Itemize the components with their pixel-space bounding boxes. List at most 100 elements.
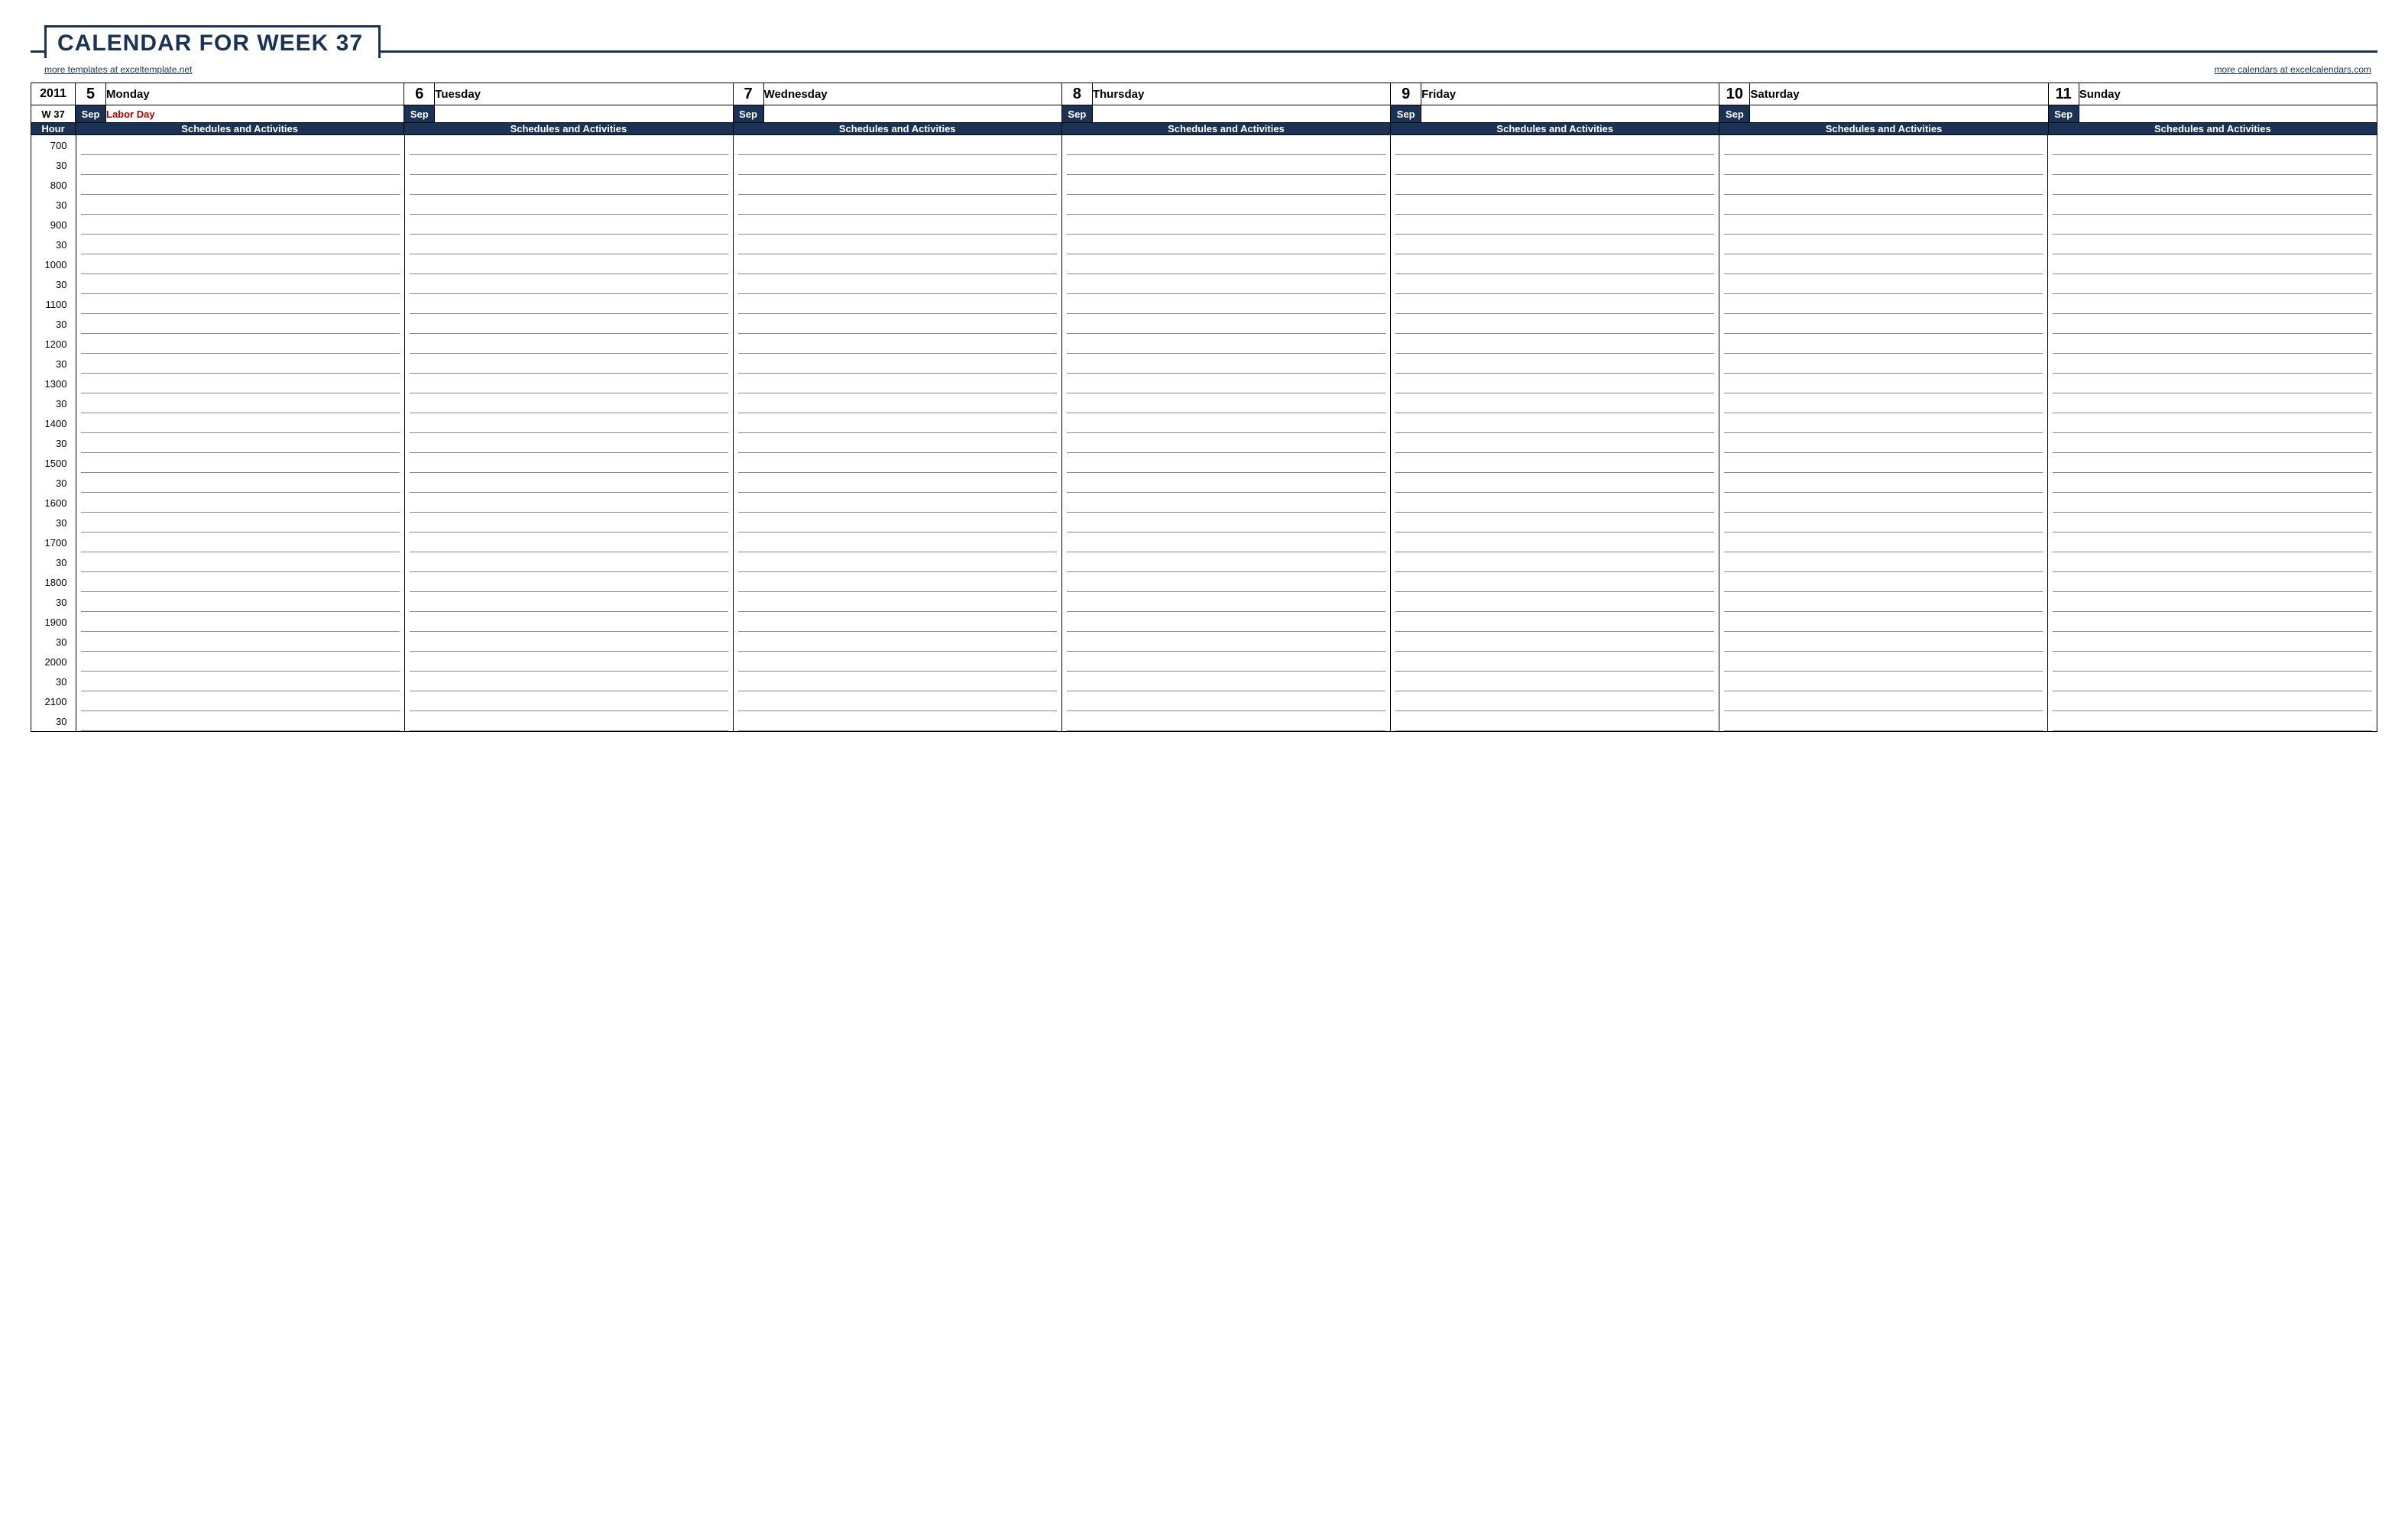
schedule-cell[interactable]: [2048, 393, 2377, 413]
schedule-cell[interactable]: [733, 274, 1061, 294]
schedule-cell[interactable]: [2048, 572, 2377, 592]
schedule-cell[interactable]: [1061, 552, 1390, 572]
schedule-cell[interactable]: [76, 195, 404, 215]
schedule-cell[interactable]: [76, 473, 404, 493]
schedule-cell[interactable]: [2048, 612, 2377, 632]
schedule-cell[interactable]: [1391, 393, 1719, 413]
schedule-cell[interactable]: [1719, 632, 2048, 652]
schedule-cell[interactable]: [733, 453, 1061, 473]
schedule-cell[interactable]: [404, 374, 733, 393]
schedule-cell[interactable]: [1061, 393, 1390, 413]
schedule-cell[interactable]: [1391, 175, 1719, 195]
schedule-cell[interactable]: [1061, 175, 1390, 195]
schedule-cell[interactable]: [733, 334, 1061, 354]
schedule-cell[interactable]: [2048, 453, 2377, 473]
schedule-cell[interactable]: [1391, 274, 1719, 294]
schedule-cell[interactable]: [1391, 513, 1719, 532]
schedule-cell[interactable]: [733, 711, 1061, 731]
schedule-cell[interactable]: [1719, 552, 2048, 572]
schedule-cell[interactable]: [404, 532, 733, 552]
schedule-cell[interactable]: [1719, 612, 2048, 632]
schedule-cell[interactable]: [76, 393, 404, 413]
schedule-cell[interactable]: [404, 473, 733, 493]
schedule-cell[interactable]: [404, 453, 733, 473]
schedule-cell[interactable]: [733, 473, 1061, 493]
schedule-cell[interactable]: [2048, 354, 2377, 374]
schedule-cell[interactable]: [1061, 354, 1390, 374]
schedule-cell[interactable]: [733, 254, 1061, 274]
schedule-cell[interactable]: [1391, 254, 1719, 274]
schedule-cell[interactable]: [404, 552, 733, 572]
schedule-cell[interactable]: [76, 314, 404, 334]
schedule-cell[interactable]: [404, 592, 733, 612]
schedule-cell[interactable]: [1061, 433, 1390, 453]
schedule-cell[interactable]: [1061, 532, 1390, 552]
schedule-cell[interactable]: [1719, 274, 2048, 294]
schedule-cell[interactable]: [1391, 552, 1719, 572]
schedule-cell[interactable]: [404, 672, 733, 691]
schedule-cell[interactable]: [1061, 294, 1390, 314]
schedule-cell[interactable]: [76, 175, 404, 195]
schedule-cell[interactable]: [76, 652, 404, 672]
schedule-cell[interactable]: [1719, 473, 2048, 493]
schedule-cell[interactable]: [2048, 175, 2377, 195]
schedule-cell[interactable]: [1719, 195, 2048, 215]
schedule-cell[interactable]: [2048, 314, 2377, 334]
schedule-cell[interactable]: [404, 711, 733, 731]
schedule-cell[interactable]: [2048, 135, 2377, 155]
schedule-cell[interactable]: [1719, 254, 2048, 274]
schedule-cell[interactable]: [1061, 711, 1390, 731]
schedule-cell[interactable]: [733, 572, 1061, 592]
schedule-cell[interactable]: [1061, 254, 1390, 274]
schedule-cell[interactable]: [76, 691, 404, 711]
schedule-cell[interactable]: [1719, 592, 2048, 612]
schedule-cell[interactable]: [733, 532, 1061, 552]
schedule-cell[interactable]: [733, 294, 1061, 314]
schedule-cell[interactable]: [1061, 195, 1390, 215]
schedule-cell[interactable]: [1391, 135, 1719, 155]
schedule-cell[interactable]: [1719, 155, 2048, 175]
schedule-cell[interactable]: [76, 572, 404, 592]
schedule-cell[interactable]: [1391, 155, 1719, 175]
schedule-cell[interactable]: [2048, 691, 2377, 711]
schedule-cell[interactable]: [1061, 215, 1390, 235]
schedule-cell[interactable]: [1391, 235, 1719, 254]
schedule-cell[interactable]: [2048, 215, 2377, 235]
schedule-cell[interactable]: [404, 274, 733, 294]
schedule-cell[interactable]: [1061, 453, 1390, 473]
schedule-cell[interactable]: [404, 334, 733, 354]
schedule-cell[interactable]: [404, 235, 733, 254]
schedule-cell[interactable]: [2048, 274, 2377, 294]
schedule-cell[interactable]: [1391, 592, 1719, 612]
schedule-cell[interactable]: [404, 175, 733, 195]
schedule-cell[interactable]: [76, 334, 404, 354]
schedule-cell[interactable]: [404, 155, 733, 175]
schedule-cell[interactable]: [1719, 433, 2048, 453]
schedule-cell[interactable]: [1719, 393, 2048, 413]
schedule-cell[interactable]: [76, 294, 404, 314]
schedule-cell[interactable]: [1391, 374, 1719, 393]
schedule-cell[interactable]: [733, 413, 1061, 433]
schedule-cell[interactable]: [1719, 215, 2048, 235]
schedule-cell[interactable]: [1061, 135, 1390, 155]
schedule-cell[interactable]: [733, 155, 1061, 175]
schedule-cell[interactable]: [1391, 294, 1719, 314]
schedule-cell[interactable]: [2048, 652, 2377, 672]
schedule-cell[interactable]: [404, 195, 733, 215]
schedule-cell[interactable]: [1719, 135, 2048, 155]
schedule-cell[interactable]: [2048, 532, 2377, 552]
schedule-cell[interactable]: [2048, 195, 2377, 215]
schedule-cell[interactable]: [404, 513, 733, 532]
schedule-cell[interactable]: [1061, 691, 1390, 711]
schedule-cell[interactable]: [2048, 632, 2377, 652]
schedule-cell[interactable]: [1391, 711, 1719, 731]
schedule-cell[interactable]: [1719, 672, 2048, 691]
schedule-cell[interactable]: [404, 413, 733, 433]
schedule-cell[interactable]: [2048, 711, 2377, 731]
schedule-cell[interactable]: [733, 215, 1061, 235]
calendars-link[interactable]: more calendars at excelcalendars.com: [2215, 64, 2371, 75]
schedule-cell[interactable]: [1391, 334, 1719, 354]
schedule-cell[interactable]: [404, 572, 733, 592]
schedule-cell[interactable]: [733, 552, 1061, 572]
schedule-cell[interactable]: [1061, 592, 1390, 612]
